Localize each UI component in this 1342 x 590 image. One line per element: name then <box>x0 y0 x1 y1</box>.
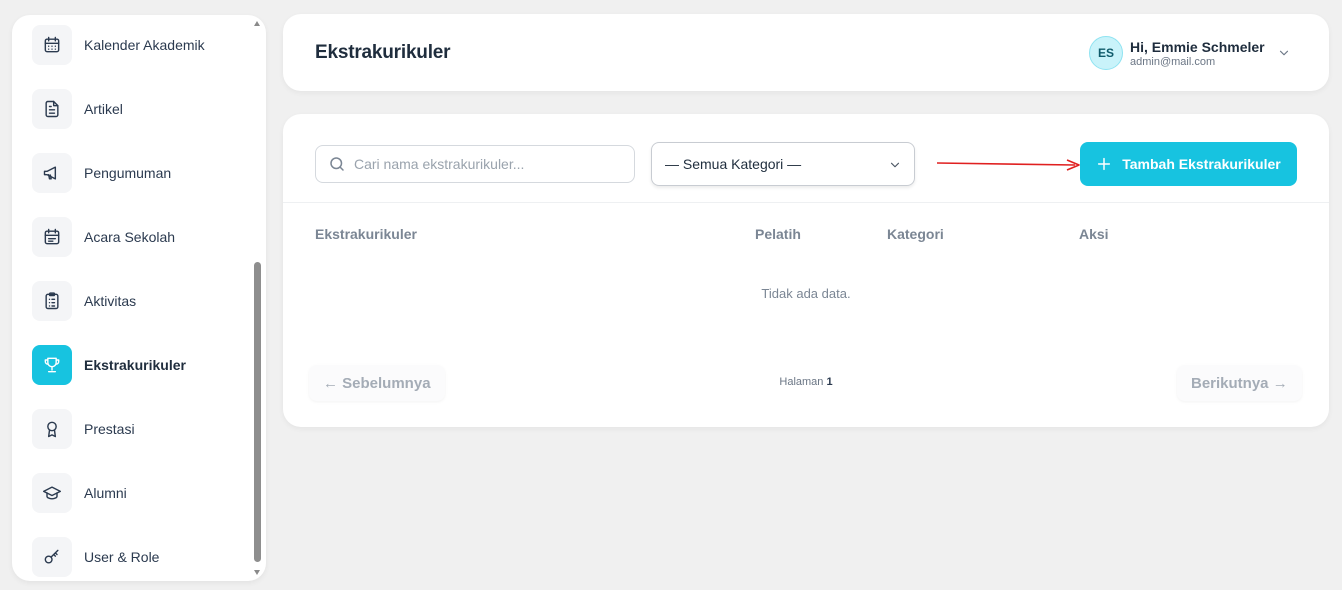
sidebar-item-label: Acara Sekolah <box>84 229 176 245</box>
sidebar-item-ekstrakurikuler[interactable]: Ekstrakurikuler <box>32 345 186 385</box>
column-header-kategori: Kategori <box>887 226 944 242</box>
sidebar-item-kalender-akademik[interactable]: Kalender Akademik <box>32 25 205 65</box>
scroll-down-arrow-icon[interactable] <box>254 570 260 575</box>
header-bar: Ekstrakurikuler ES Hi, Emmie Schmeler ad… <box>283 14 1329 91</box>
add-button-label: Tambah Ekstrakurikuler <box>1122 156 1281 172</box>
search-icon <box>328 155 346 173</box>
sidebar-item-pengumuman[interactable]: Pengumuman <box>32 153 171 193</box>
sidebar-scrollbar[interactable] <box>253 15 263 581</box>
divider <box>283 202 1329 203</box>
calendar-icon <box>32 25 72 65</box>
sidebar-item-label: User & Role <box>84 549 160 565</box>
sidebar-item-user-role[interactable]: User & Role <box>32 537 159 577</box>
award-icon <box>32 409 72 449</box>
sidebar-item-acara-sekolah[interactable]: Acara Sekolah <box>32 217 175 257</box>
sidebar-item-label: Ekstrakurikuler <box>84 357 186 373</box>
user-email: admin@mail.com <box>1130 55 1216 68</box>
user-info: Hi, Emmie Schmeler admin@mail.com <box>1130 39 1265 68</box>
sidebar-item-artikel[interactable]: Artikel <box>32 89 123 129</box>
empty-state-text: Tidak ada data. <box>761 286 851 301</box>
content-card: — Semua Kategori — Tambah Ekstrakurikule… <box>283 114 1329 427</box>
clipboard-icon <box>32 281 72 321</box>
search-input[interactable] <box>354 156 614 172</box>
sidebar-item-label: Pengumuman <box>84 165 172 181</box>
sidebar: Kalender Akademik Artikel Pengumuman Aca… <box>12 15 266 581</box>
document-icon <box>32 89 72 129</box>
user-greeting: Hi, Emmie Schmeler <box>1130 38 1265 55</box>
avatar: ES <box>1089 36 1123 70</box>
category-select-value: — Semua Kategori — <box>665 156 802 172</box>
plus-icon <box>1096 156 1112 172</box>
sidebar-item-label: Aktivitas <box>84 293 137 309</box>
user-menu[interactable]: ES Hi, Emmie Schmeler admin@mail.com <box>1089 36 1291 70</box>
page-number: 1 <box>826 376 833 388</box>
trophy-icon <box>32 345 72 385</box>
chevron-down-icon <box>888 158 902 175</box>
sidebar-item-label: Kalender Akademik <box>84 37 205 53</box>
category-select[interactable]: — Semua Kategori — <box>651 142 915 186</box>
add-ekstrakurikuler-button[interactable]: Tambah Ekstrakurikuler <box>1080 142 1297 186</box>
column-header-ekstrakurikuler: Ekstrakurikuler <box>315 226 417 242</box>
page-indicator: Halaman 1 <box>283 376 1329 388</box>
column-header-aksi: Aksi <box>1079 226 1109 242</box>
sidebar-item-label: Artikel <box>84 101 123 117</box>
annotation-arrow-icon <box>937 159 1080 171</box>
search-field[interactable] <box>315 145 635 183</box>
scroll-up-arrow-icon[interactable] <box>254 21 260 26</box>
calendar-event-icon <box>32 217 72 257</box>
sidebar-item-prestasi[interactable]: Prestasi <box>32 409 135 449</box>
page-label: Halaman <box>779 376 824 388</box>
page-title: Ekstrakurikuler <box>315 42 451 63</box>
graduation-cap-icon <box>32 473 72 513</box>
sidebar-item-label: Alumni <box>84 485 127 501</box>
sidebar-item-alumni[interactable]: Alumni <box>32 473 127 513</box>
sidebar-item-aktivitas[interactable]: Aktivitas <box>32 281 136 321</box>
next-page-button[interactable]: Berikutnya → <box>1177 365 1302 401</box>
column-header-pelatih: Pelatih <box>755 226 801 242</box>
sidebar-item-label: Prestasi <box>84 421 135 437</box>
megaphone-icon <box>32 153 72 193</box>
chevron-down-icon[interactable] <box>1277 46 1291 65</box>
scrollbar-thumb[interactable] <box>254 262 261 562</box>
key-icon <box>32 537 72 577</box>
